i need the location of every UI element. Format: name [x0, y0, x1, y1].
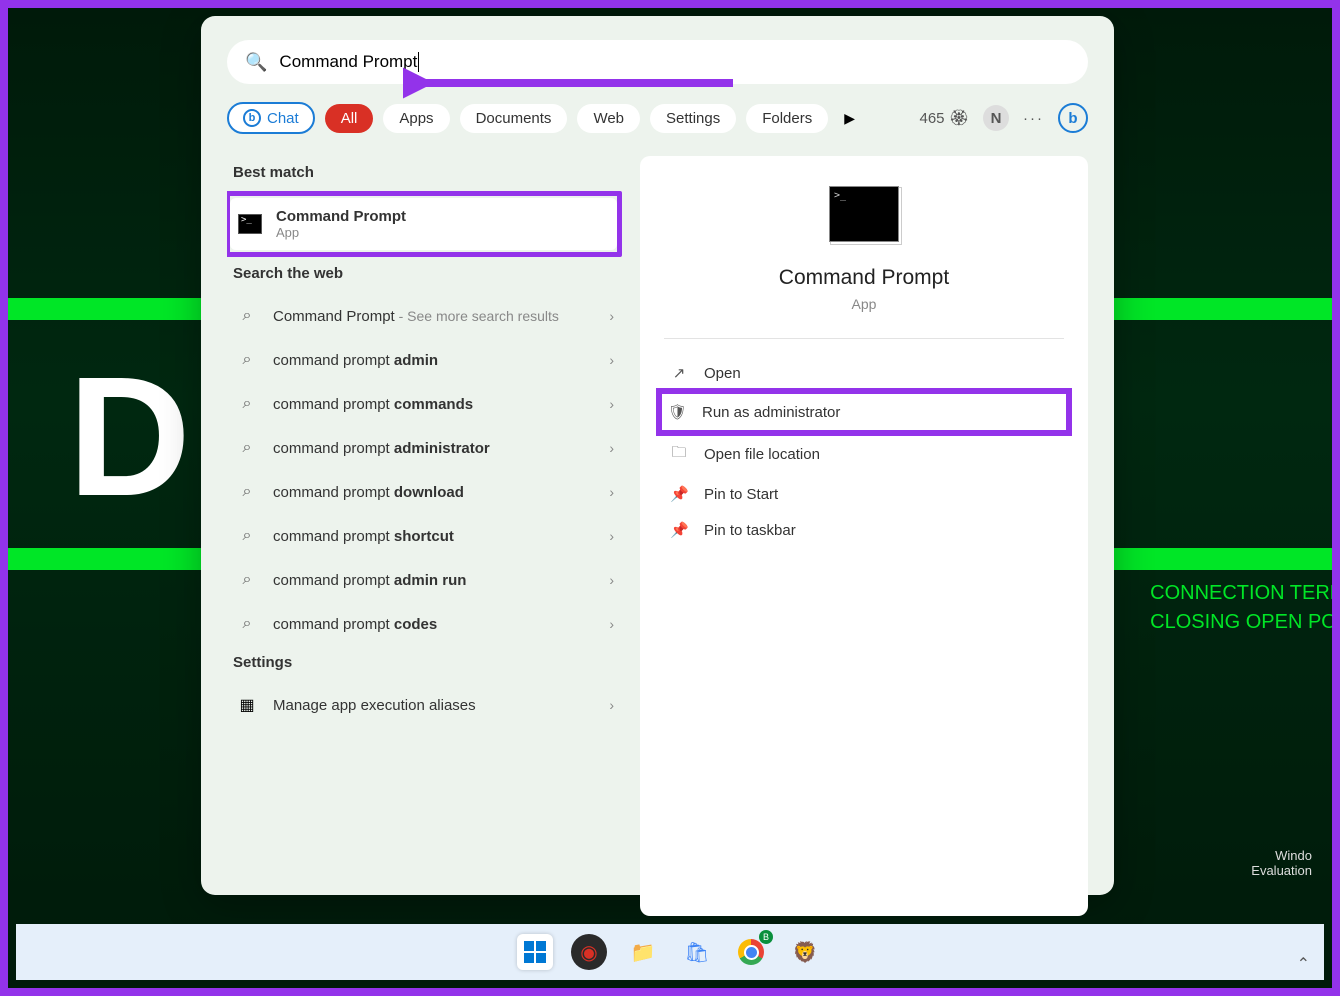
divider: [664, 338, 1064, 339]
desktop-background: D D CONNECTION TERMICLOSING OPEN POR Win…: [8, 8, 1332, 988]
best-match-label: Best match: [233, 164, 622, 181]
chat-filter[interactable]: bChat: [227, 102, 315, 134]
start-button[interactable]: [517, 934, 553, 970]
web-result[interactable]: ⌕command prompt administrator›: [227, 426, 622, 470]
windows-watermark: WindoEvaluation: [1251, 848, 1312, 878]
show-desktop-corner[interactable]: ⌃: [1297, 954, 1310, 974]
chevron-right-icon: ›: [609, 396, 614, 412]
search-icon: ⌕: [235, 524, 259, 548]
settings-label: Settings: [233, 654, 622, 671]
rewards-points[interactable]: 465 🏵: [919, 108, 969, 128]
search-bar[interactable]: 🔍 Command Prompt: [227, 40, 1088, 84]
user-avatar[interactable]: N: [983, 105, 1009, 131]
pin-to-taskbar-action[interactable]: 📌Pin to taskbar: [664, 512, 1064, 548]
filter-folders[interactable]: Folders: [746, 104, 828, 133]
web-result[interactable]: ⌕command prompt admin run›: [227, 558, 622, 602]
annotation-highlight: 🛡Run as administrator: [656, 388, 1072, 436]
medal-icon: 🏵: [949, 110, 969, 127]
bg-terminal-text: CONNECTION TERMICLOSING OPEN POR: [1150, 578, 1332, 636]
chevron-right-icon: ›: [609, 528, 614, 544]
filter-documents[interactable]: Documents: [460, 104, 568, 133]
search-input[interactable]: Command Prompt: [279, 52, 1070, 73]
web-result[interactable]: ⌕command prompt shortcut›: [227, 514, 622, 558]
windows-logo-icon: [524, 941, 546, 963]
chrome-icon: [738, 939, 764, 965]
chevron-right-icon: ›: [609, 352, 614, 368]
settings-icon: ▦: [235, 693, 259, 717]
bing-button[interactable]: b: [1058, 103, 1088, 133]
preview-title: Command Prompt: [664, 266, 1064, 290]
chevron-right-icon: ›: [609, 616, 614, 632]
chevron-right-icon: ›: [609, 572, 614, 588]
taskbar-app-obs[interactable]: ◉: [571, 934, 607, 970]
taskbar-chrome[interactable]: B: [733, 934, 769, 970]
more-icon[interactable]: ···: [1023, 110, 1044, 127]
notification-badge: B: [759, 930, 773, 944]
folder-icon: 🗀: [670, 442, 688, 467]
search-icon: ⌕: [235, 480, 259, 504]
search-icon: ⌕: [235, 348, 259, 372]
pin-icon: 📌: [670, 521, 688, 539]
filter-row: bChat All Apps Documents Web Settings Fo…: [227, 102, 1088, 134]
search-icon: ⌕: [235, 392, 259, 416]
search-icon: ⌕: [235, 436, 259, 460]
open-icon: ↗: [670, 364, 688, 382]
pin-icon: 📌: [670, 485, 688, 503]
search-icon: ⌕: [235, 612, 259, 636]
filter-settings[interactable]: Settings: [650, 104, 736, 133]
filter-web[interactable]: Web: [577, 104, 640, 133]
best-match-result[interactable]: Command PromptApp: [230, 198, 617, 250]
taskbar-brave[interactable]: 🦁: [787, 934, 823, 970]
preview-pane: Command Prompt App ↗Open 🛡Run as adminis…: [640, 156, 1088, 916]
chevron-right-icon: ›: [609, 308, 614, 324]
cmd-icon: [238, 214, 262, 234]
more-filters-icon[interactable]: ▶: [844, 110, 855, 127]
bing-icon: b: [243, 109, 261, 127]
preview-type: App: [664, 296, 1064, 312]
run-as-admin-action[interactable]: 🛡Run as administrator: [662, 394, 1066, 430]
taskbar[interactable]: ◉ 📁 🛍 B 🦁 ⌃: [16, 924, 1324, 980]
filter-all[interactable]: All: [325, 104, 374, 133]
app-preview-icon: [829, 186, 899, 242]
pin-to-start-action[interactable]: 📌Pin to Start: [664, 476, 1064, 512]
taskbar-microsoft-store[interactable]: 🛍: [679, 934, 715, 970]
search-icon: ⌕: [235, 304, 259, 328]
chevron-right-icon: ›: [609, 440, 614, 456]
shield-icon: 🛡: [668, 403, 686, 421]
web-result[interactable]: ⌕command prompt codes›: [227, 602, 622, 646]
chevron-right-icon: ›: [609, 484, 614, 500]
search-web-label: Search the web: [233, 265, 622, 282]
settings-result[interactable]: ▦Manage app execution aliases›: [227, 683, 622, 727]
search-icon: ⌕: [235, 568, 259, 592]
web-result[interactable]: ⌕command prompt commands›: [227, 382, 622, 426]
open-file-location-action[interactable]: 🗀Open file location: [664, 433, 1064, 476]
results-column: Best match Command PromptApp Search the …: [227, 156, 622, 916]
open-action[interactable]: ↗Open: [664, 355, 1064, 391]
start-search-panel: 🔍 Command Prompt bChat All Apps Document…: [201, 16, 1114, 895]
chevron-right-icon: ›: [609, 697, 614, 713]
web-result[interactable]: ⌕command prompt admin›: [227, 338, 622, 382]
web-result[interactable]: ⌕Command Prompt - See more search result…: [227, 294, 622, 338]
search-icon: 🔍: [245, 52, 267, 73]
web-result[interactable]: ⌕command prompt download›: [227, 470, 622, 514]
filter-apps[interactable]: Apps: [383, 104, 449, 133]
annotation-highlight: Command PromptApp: [227, 191, 622, 257]
taskbar-file-explorer[interactable]: 📁: [625, 934, 661, 970]
